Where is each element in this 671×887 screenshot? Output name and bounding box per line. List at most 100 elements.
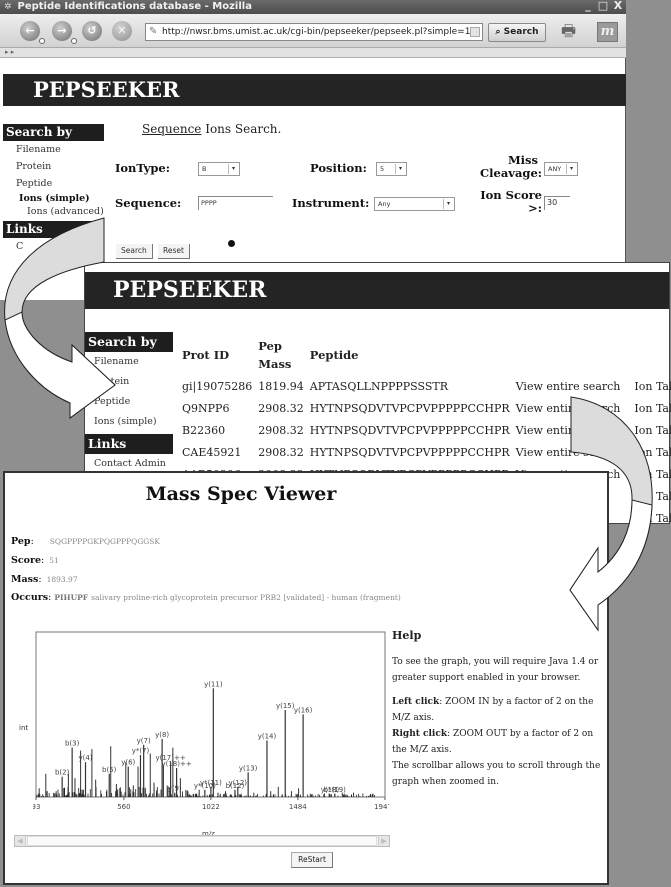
form-search-button[interactable]: Search — [116, 244, 153, 259]
table-row: CAE45921 2908.32 HYTNPSQDVTVPCPVPPPPPCCHPR… — [182, 441, 671, 463]
peak-label: y(12) — [229, 779, 248, 787]
miss-cleavage-value: ANY — [548, 165, 562, 173]
position-select[interactable]: 5 ▾ — [376, 162, 407, 176]
ion-score-input[interactable]: 30 — [544, 196, 570, 210]
view-entire-search-link[interactable]: View entire search — [516, 441, 635, 463]
sequence-input[interactable]: PPPP — [198, 196, 273, 210]
sidebar-item-peptide[interactable]: Peptide — [3, 175, 104, 192]
instrument-label: Instrument: — [292, 196, 370, 210]
occurs-field: Occurs: PIHUPF salivary proline-rich gly… — [11, 592, 401, 603]
chevron-down-icon: ▾ — [443, 199, 453, 209]
form-title: Sequence Ions Search. — [142, 122, 281, 136]
sequence-ions-search-form: Sequence Ions Search. IonType: B ▾ Positi… — [112, 118, 622, 268]
search-button-label: Search — [503, 27, 539, 37]
position-value: 5 — [380, 165, 385, 173]
minimize-button[interactable]: _ — [582, 0, 594, 12]
restart-button[interactable]: ReStart — [291, 852, 333, 868]
scrollbar-thumb[interactable] — [27, 836, 377, 846]
peak-label: b(3) — [65, 740, 80, 748]
peptide-cell: HYTNPSQDVTVPCPVPPPPPCCHPR — [309, 445, 510, 459]
mouse-cursor-dot — [228, 240, 235, 247]
view-entire-search-link[interactable]: View entire search — [516, 419, 635, 441]
peptide-cell: HYTNPSQDVTVPCPVPPPPPCCHPR — [309, 401, 510, 415]
pep-field: Pep: SQGPPPPGKPQGPPPQGGSK — [11, 536, 161, 547]
pep-mass-cell: 2908.32 — [258, 445, 304, 459]
url-text: http://nwsr.bms.umist.ac.uk/cgi-bin/peps… — [162, 27, 471, 37]
sidebar-heading-links: Links — [3, 221, 104, 238]
reload-icon: ↺ — [87, 24, 97, 37]
ion-table-link[interactable]: Ion Table — [634, 419, 671, 441]
y-axis-label: int — [19, 724, 29, 732]
stop-button[interactable]: ✕ — [112, 21, 132, 41]
app-icon: ✲ — [4, 2, 12, 12]
sequence-link[interactable]: Sequence — [142, 122, 201, 136]
url-dropdown-icon[interactable] — [470, 27, 480, 37]
composite-figure: ✲ Peptide Identifications database - Moz… — [0, 0, 671, 887]
pep-mass-cell: 2908.32 — [258, 423, 304, 437]
help-panel: Help To see the graph, you will require … — [392, 629, 607, 790]
mozilla-logo-icon: m — [597, 22, 618, 42]
forward-button[interactable]: → — [52, 21, 77, 44]
miss-cleavage-select[interactable]: ANY ▾ — [544, 162, 578, 176]
view-entire-search-link[interactable]: View entire search — [516, 397, 635, 419]
back-button[interactable]: ← — [20, 21, 45, 44]
occurs-protein-id: PIHUPF — [54, 593, 89, 602]
table-row: B22360 2908.32 HYTNPSQDVTVPCPVPPPPPCCHPR Vi… — [182, 419, 671, 441]
peak-label: b(2) — [55, 769, 70, 777]
tab-strip[interactable]: ▸ ▸ — [0, 48, 626, 58]
sidebar-item-filename[interactable]: Filename — [3, 141, 104, 158]
scroll-right-icon[interactable]: ▶ — [378, 836, 389, 846]
ion-table-link[interactable]: Ion Table — [634, 397, 671, 419]
ion-table-link[interactable]: Ion Table — [634, 441, 671, 463]
peak-label: y(11) — [204, 680, 223, 688]
score-label: Score — [11, 555, 42, 566]
browser-window: ✲ Peptide Identifications database - Moz… — [0, 0, 626, 300]
peptide-cell: HYTNPSQDVTVPCPVPPPPPCCHPR — [309, 423, 510, 437]
prot-id-cell: B22360 — [182, 423, 226, 437]
spectrum-svg[interactable]: b(2)b(3)y(4)b(5)y(6)y*(7)y(7)y(8)y(17)++… — [33, 629, 389, 814]
ion-table-link[interactable]: Ion Table — [634, 485, 671, 507]
spectrum-chart[interactable]: b(2) b(3) y(4) b(5) y(6) y*(7) y(7) y(8) y(17)++… — [33, 629, 389, 814]
forward-icon: → — [57, 24, 67, 37]
help-scrollbar: The scrollbar allows you to scroll throu… — [392, 761, 601, 787]
scroll-left-icon[interactable]: ◀ — [15, 836, 26, 846]
sidebar-item-protein[interactable]: Protein — [85, 372, 173, 392]
iontype-select[interactable]: B ▾ — [198, 162, 240, 176]
right-click-label: Right click — [392, 729, 448, 739]
column-header-ion-table — [634, 335, 671, 375]
ion-table-link[interactable]: Ion Table — [634, 375, 671, 397]
maximize-button[interactable]: □ — [597, 0, 609, 12]
form-reset-button[interactable]: Reset — [158, 244, 190, 259]
ion-table-link[interactable]: Ion Table — [634, 507, 671, 529]
view-entire-search-link[interactable]: View entire search — [516, 375, 635, 397]
instrument-select[interactable]: Any ▾ — [374, 197, 455, 211]
print-icon[interactable]: 🖶 — [561, 20, 583, 40]
column-header-view — [516, 335, 635, 375]
ion-table-link[interactable]: Ion Table — [634, 463, 671, 485]
x-tick-label: 1484 — [289, 803, 307, 811]
peak-label: y(6) — [121, 759, 135, 767]
peak-label: y(8) — [155, 731, 169, 739]
url-input[interactable]: ✎ http://nwsr.bms.umist.ac.uk/cgi-bin/pe… — [145, 23, 483, 41]
miss-cleavage-label: Miss Cleavage: — [480, 154, 543, 180]
window-titlebar: ✲ Peptide Identifications database - Moz… — [0, 0, 626, 14]
x-tick-label: 1947 — [374, 803, 389, 811]
sidebar-link-contact[interactable]: C — [3, 238, 104, 255]
sidebar-item-ions-simple[interactable]: Ions (simple) — [85, 412, 173, 432]
sidebar-item-peptide[interactable]: Peptide — [85, 392, 173, 412]
search-button[interactable]: ⌕ Search — [488, 23, 546, 42]
peak-label: y(13) — [239, 764, 258, 772]
column-header-prot-id: Prot ID — [182, 348, 230, 362]
sidebar-item-filename[interactable]: Filename — [85, 352, 173, 372]
sidebar-item-protein[interactable]: Protein — [3, 158, 104, 175]
close-button[interactable]: X — [612, 0, 624, 12]
sidebar-item-ions-simple[interactable]: Ions (simple) — [3, 192, 104, 206]
pep-mass-cell: 2908.32 — [258, 401, 304, 415]
reload-button[interactable]: ↺ — [82, 21, 102, 41]
sidebar-item-ions-advanced[interactable]: Ions (advanced) — [3, 206, 104, 218]
horizontal-scrollbar[interactable]: ◀ ▶ — [14, 835, 390, 847]
peak-label: y(9) — [168, 785, 182, 793]
search-icon: ⌕ — [495, 27, 504, 37]
back-icon: ← — [25, 24, 35, 37]
miss-cleavage-label-line2: Cleavage: — [480, 166, 543, 180]
